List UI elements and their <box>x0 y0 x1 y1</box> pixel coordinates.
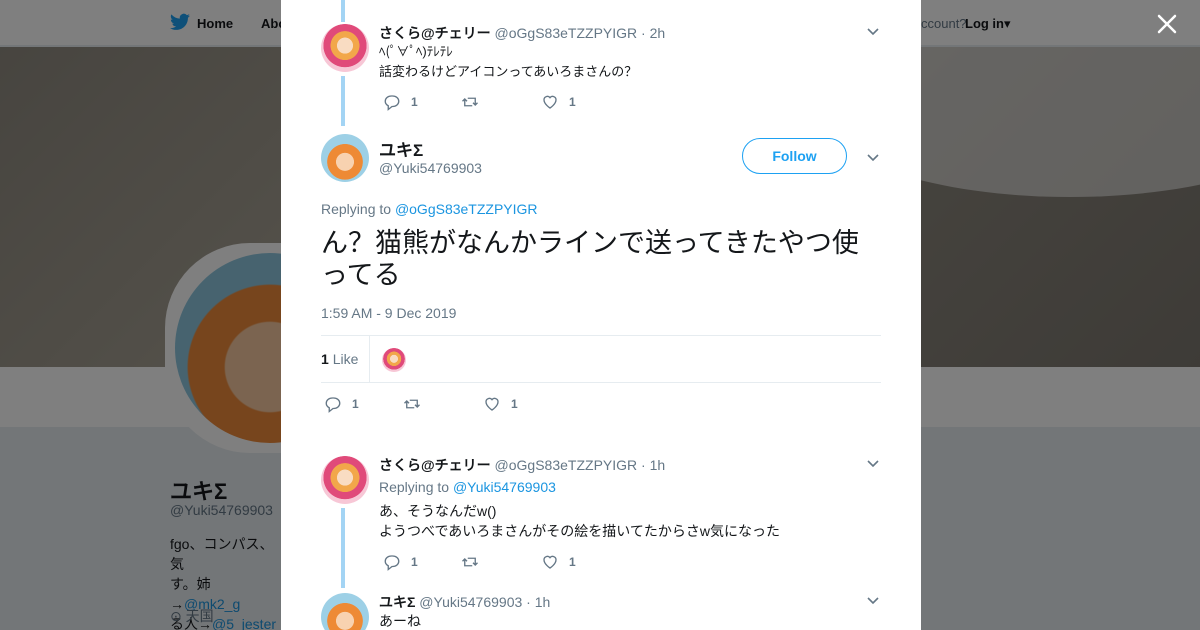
reply-count: 1 <box>352 397 359 411</box>
replying-to-label: Replying to <box>321 201 392 217</box>
main-tweet-actions: 1 1 <box>321 394 621 414</box>
author-name[interactable]: さくら@チェリー <box>379 457 491 473</box>
tweet-time[interactable]: · 1h <box>641 457 665 473</box>
reply-count: 1 <box>411 95 418 109</box>
replying-to-link[interactable]: @oGgS83eTZZPYIGR <box>395 201 538 217</box>
heart-icon <box>543 555 557 569</box>
thread-line <box>341 76 345 126</box>
avatar[interactable] <box>321 593 369 630</box>
retweet-icon <box>462 557 478 567</box>
replying-to-link[interactable]: @Yuki54769903 <box>453 479 556 495</box>
tweet-actions: 1 1 <box>379 92 679 112</box>
like-count: 1 <box>511 397 518 411</box>
like-stat[interactable]: 1 Like <box>321 351 358 367</box>
main-tweet-timestamp[interactable]: 1:59 AM - 9 Dec 2019 <box>321 305 456 321</box>
chevron-down-icon[interactable] <box>865 23 881 39</box>
thread-line <box>341 508 345 588</box>
main-author-handle[interactable]: @Yuki54769903 <box>379 160 482 176</box>
reply-icon <box>384 95 400 111</box>
heart-icon <box>543 95 557 109</box>
retweet-button[interactable] <box>403 394 421 414</box>
author-handle[interactable]: @oGgS83eTZZPYIGR <box>495 25 638 41</box>
reply-icon <box>384 555 400 571</box>
retweet-icon <box>404 399 420 409</box>
tweet-actions: 1 1 <box>379 552 679 572</box>
tweet-header: ユキΣ @Yuki54769903 · 1h <box>379 592 550 612</box>
like-button[interactable]: 1 <box>541 92 576 112</box>
replying-to-label: Replying to <box>379 479 450 495</box>
like-stat-count: 1 <box>321 351 329 367</box>
reply-count: 1 <box>411 555 418 569</box>
chevron-down-icon[interactable] <box>865 149 881 165</box>
chevron-down-icon[interactable] <box>865 592 881 608</box>
heart-icon <box>485 397 499 411</box>
like-button[interactable]: 1 <box>483 394 518 414</box>
stats-divider <box>369 336 370 382</box>
replying-to: Replying to @Yuki54769903 <box>379 479 556 495</box>
liker-avatar[interactable] <box>382 348 406 372</box>
avatar[interactable] <box>321 24 369 72</box>
retweet-button[interactable] <box>461 92 479 112</box>
tweet-time[interactable]: · 2h <box>641 25 665 41</box>
like-stat-label: Like <box>332 351 359 367</box>
main-author-name[interactable]: ユキΣ <box>379 136 423 161</box>
close-icon[interactable] <box>1155 12 1179 36</box>
author-name[interactable]: さくら@チェリー <box>379 25 491 41</box>
avatar[interactable] <box>321 456 369 504</box>
follow-button[interactable]: Follow <box>742 138 847 174</box>
avatar[interactable] <box>321 134 369 182</box>
thread-line <box>341 0 345 22</box>
tweet-header: さくら@チェリー @oGgS83eTZZPYIGR · 1h <box>379 455 665 475</box>
tweet-text: あーね <box>379 613 421 629</box>
main-tweet-text: ん？猫熊がなんかラインで送ってきたやつ使ってる <box>321 228 859 290</box>
reply-icon <box>325 397 341 413</box>
tweet-text: ﾍ(ﾟ∀ﾟﾍ)ﾃﾚﾃﾚ 話変わるけどアイコンってあいろまさんの？ <box>379 44 638 79</box>
tweet-header: さくら@チェリー @oGgS83eTZZPYIGR · 2h <box>379 23 665 43</box>
author-handle[interactable]: @Yuki54769903 <box>419 594 522 610</box>
author-handle[interactable]: @oGgS83eTZZPYIGR <box>495 457 638 473</box>
author-name[interactable]: ユキΣ <box>379 594 415 610</box>
like-button[interactable]: 1 <box>541 552 576 572</box>
like-count: 1 <box>569 95 576 109</box>
reply-button[interactable]: 1 <box>383 92 418 112</box>
reply-button[interactable]: 1 <box>324 394 359 414</box>
chevron-down-icon[interactable] <box>865 455 881 471</box>
reply-button[interactable]: 1 <box>383 552 418 572</box>
retweet-icon <box>462 97 478 107</box>
tweet-time[interactable]: · 1h <box>526 594 550 610</box>
tweet-stats: 1 Like <box>321 335 881 383</box>
replying-to: Replying to @oGgS83eTZZPYIGR <box>321 201 538 217</box>
retweet-button[interactable] <box>461 552 479 572</box>
tweet-text: あ、そうなんだw() ようつべであいろまさんがその絵を描いてたからさw気になった <box>379 503 780 539</box>
tweet-permalink-modal: さくら@チェリー @oGgS83eTZZPYIGR · 2h ﾍ(ﾟ∀ﾟﾍ)ﾃﾚ… <box>281 0 921 630</box>
like-count: 1 <box>569 555 576 569</box>
